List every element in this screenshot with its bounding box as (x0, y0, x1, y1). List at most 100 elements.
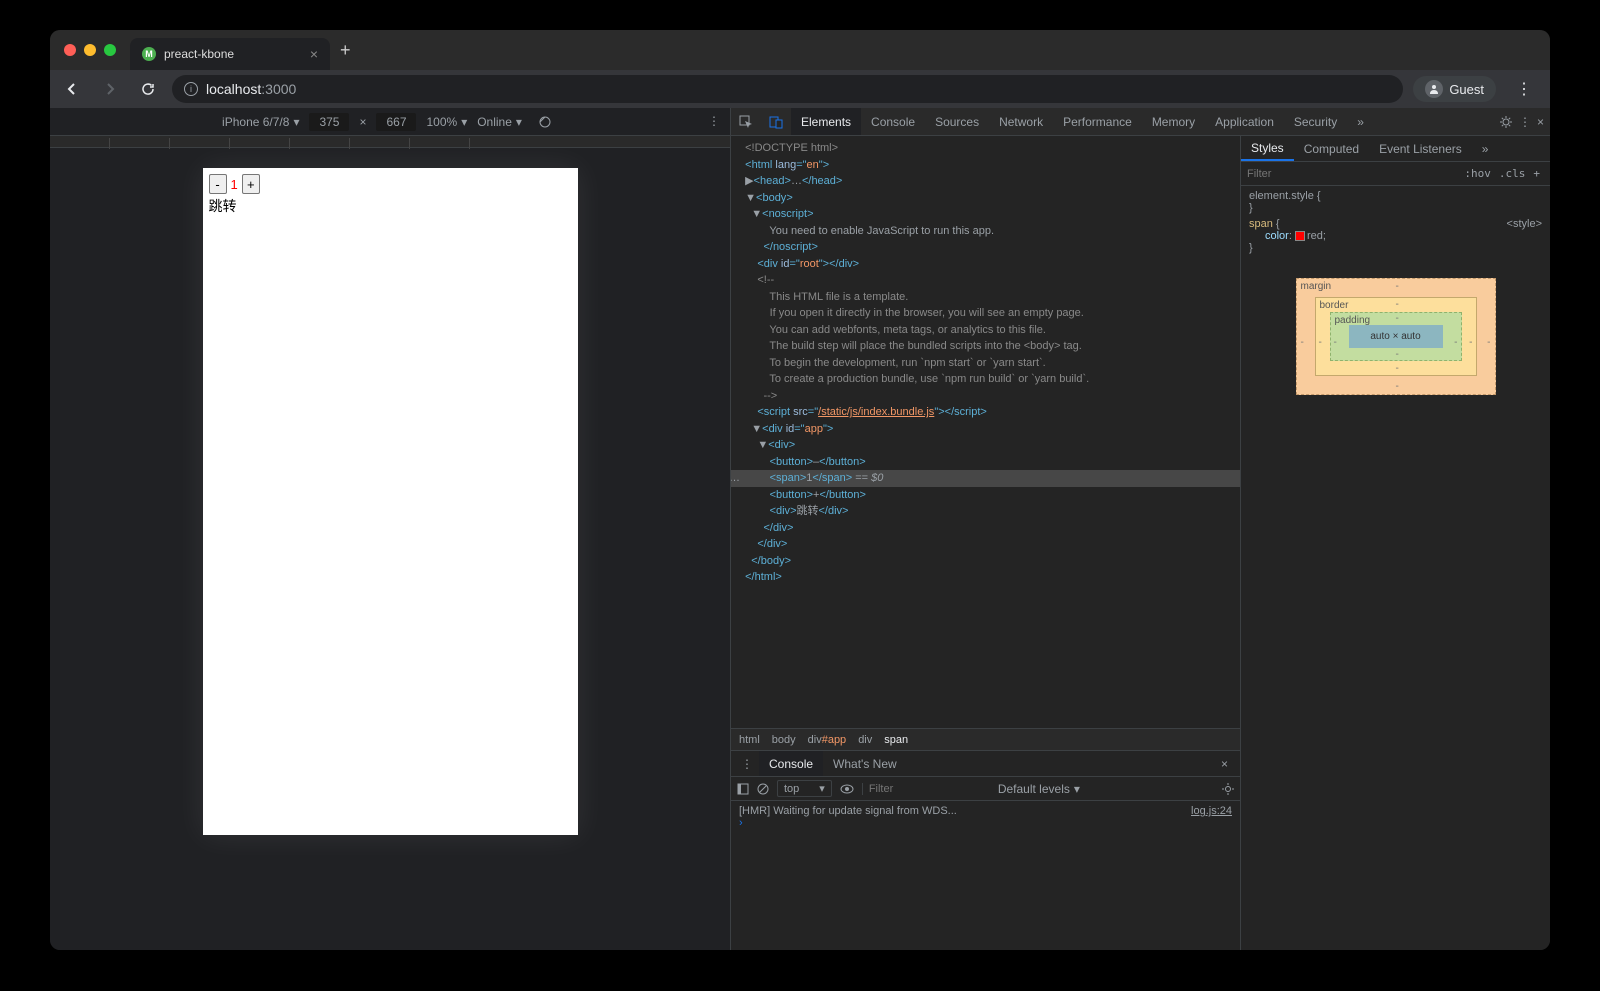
close-drawer-button[interactable]: × (1213, 757, 1236, 771)
url-host: localhost (206, 81, 261, 97)
drawer-tab-whatsnew[interactable]: What's New (823, 751, 907, 776)
page-content: - 1 + 跳转 (203, 168, 578, 222)
reload-button[interactable] (134, 75, 162, 103)
window-controls (50, 44, 130, 56)
drawer-tab-console[interactable]: Console (759, 751, 823, 776)
profile-label: Guest (1449, 82, 1484, 97)
console-message: [HMR] Waiting for update signal from WDS… (739, 805, 957, 817)
box-content: auto × auto (1349, 325, 1443, 348)
rotate-button[interactable] (532, 109, 558, 135)
styles-rules[interactable]: element.style { } span {<style> color: r… (1241, 186, 1550, 258)
device-frame: - 1 + 跳转 (203, 168, 578, 835)
site-info-icon[interactable]: i (184, 82, 198, 96)
console-filter-input[interactable] (862, 783, 982, 795)
log-levels-select[interactable]: Default levels ▾ (998, 782, 1080, 796)
decrement-button[interactable]: - (209, 174, 227, 194)
devtools: Elements Console Sources Network Perform… (730, 108, 1550, 950)
dom-tree[interactable]: <!DOCTYPE html> <html lang="en"> ▶<head>… (731, 136, 1240, 728)
breadcrumb-item[interactable]: div#app (808, 734, 847, 746)
tab-elements[interactable]: Elements (791, 108, 861, 135)
titlebar: M preact-kbone × + (50, 30, 1550, 70)
breadcrumb-item[interactable]: div (858, 734, 872, 746)
device-height-input[interactable]: 667 (376, 113, 416, 131)
throttle-select[interactable]: Online ▾ (477, 115, 522, 129)
address-bar[interactable]: i localhost:3000 (172, 75, 1403, 103)
console-output[interactable]: [HMR] Waiting for update signal from WDS… (731, 801, 1240, 950)
live-expression-button[interactable] (840, 784, 854, 794)
favicon-icon: M (142, 47, 156, 61)
minimize-window-button[interactable] (84, 44, 96, 56)
context-select[interactable]: top▾ (777, 780, 832, 797)
hov-button[interactable]: :hov (1460, 167, 1495, 180)
styles-tabs: Styles Computed Event Listeners » (1241, 136, 1550, 162)
cls-button[interactable]: .cls (1495, 167, 1530, 180)
dimension-x: × (359, 115, 366, 129)
color-swatch[interactable] (1295, 231, 1305, 241)
forward-button[interactable] (96, 75, 124, 103)
tabs-overflow-button[interactable]: » (1347, 108, 1374, 135)
breadcrumb-item[interactable]: span (884, 734, 908, 746)
tab-network[interactable]: Network (989, 108, 1053, 135)
styles-filter-row: :hov .cls + (1241, 162, 1550, 186)
profile-button[interactable]: Guest (1413, 76, 1496, 102)
devtools-menu-button[interactable]: ⋮ (1519, 115, 1531, 129)
url-port: :3000 (261, 81, 296, 97)
settings-button[interactable] (1499, 115, 1513, 129)
device-rulers (50, 136, 730, 148)
device-toolbar: iPhone 6/7/8 ▾ 375 × 667 100% ▾ Online ▾… (50, 108, 730, 136)
toggle-device-button[interactable] (761, 115, 791, 129)
close-window-button[interactable] (64, 44, 76, 56)
styles-filter-input[interactable] (1247, 168, 1460, 180)
console-sidebar-toggle[interactable] (737, 783, 749, 795)
browser-window: M preact-kbone × + i localhost:3000 Gues… (50, 30, 1550, 950)
console-prompt[interactable]: › (739, 817, 743, 829)
content: iPhone 6/7/8 ▾ 375 × 667 100% ▾ Online ▾… (50, 108, 1550, 950)
tab-sources[interactable]: Sources (925, 108, 989, 135)
counter-value: 1 (229, 177, 240, 192)
back-button[interactable] (58, 75, 86, 103)
tab-styles[interactable]: Styles (1241, 136, 1294, 161)
drawer-tabs: ⋮ Console What's New × (731, 751, 1240, 777)
tab-console[interactable]: Console (861, 108, 925, 135)
selected-dom-node[interactable]: <span>1</span> == $0 (731, 470, 1240, 487)
dom-breadcrumbs: html body div#app div span (731, 728, 1240, 750)
styles-tabs-overflow[interactable]: » (1472, 136, 1499, 161)
device-preview-pane: iPhone 6/7/8 ▾ 375 × 667 100% ▾ Online ▾… (50, 108, 730, 950)
device-menu-button[interactable]: ⋮ (708, 114, 720, 128)
tab-event-listeners[interactable]: Event Listeners (1369, 136, 1472, 161)
elements-panel: <!DOCTYPE html> <html lang="en"> ▶<head>… (731, 136, 1240, 950)
increment-button[interactable]: + (242, 174, 260, 194)
breadcrumb-item[interactable]: body (772, 734, 796, 746)
drawer-menu-button[interactable]: ⋮ (735, 757, 759, 771)
tab-computed[interactable]: Computed (1294, 136, 1369, 161)
device-select[interactable]: iPhone 6/7/8 ▾ (222, 115, 299, 129)
avatar-icon (1425, 80, 1443, 98)
tab-title: preact-kbone (164, 47, 234, 61)
device-width-input[interactable]: 375 (309, 113, 349, 131)
new-tab-button[interactable]: + (340, 40, 351, 61)
inspect-element-button[interactable] (731, 115, 761, 129)
box-model[interactable]: margin - - - - border - - - - (1296, 278, 1496, 395)
console-drawer: ⋮ Console What's New × t (731, 750, 1240, 950)
tab-security[interactable]: Security (1284, 108, 1347, 135)
console-settings-button[interactable] (1222, 783, 1234, 795)
maximize-window-button[interactable] (104, 44, 116, 56)
devtools-body: <!DOCTYPE html> <html lang="en"> ▶<head>… (731, 136, 1550, 950)
close-devtools-button[interactable]: × (1537, 115, 1544, 129)
devtools-tabs: Elements Console Sources Network Perform… (731, 108, 1550, 136)
navigate-link[interactable]: 跳转 (209, 196, 572, 216)
zoom-select[interactable]: 100% ▾ (426, 115, 467, 129)
breadcrumb-item[interactable]: html (739, 734, 760, 746)
tab-application[interactable]: Application (1205, 108, 1284, 135)
new-rule-button[interactable]: + (1529, 167, 1544, 180)
toolbar: i localhost:3000 Guest ⋮ (50, 70, 1550, 108)
console-toolbar: top▾ Default levels ▾ (731, 777, 1240, 801)
tab-performance[interactable]: Performance (1053, 108, 1142, 135)
browser-menu-button[interactable]: ⋮ (1506, 79, 1542, 99)
browser-tab[interactable]: M preact-kbone × (130, 38, 330, 70)
styles-sidebar: Styles Computed Event Listeners » :hov .… (1240, 136, 1550, 950)
close-tab-button[interactable]: × (310, 46, 318, 62)
tab-memory[interactable]: Memory (1142, 108, 1205, 135)
console-source-link[interactable]: log.js:24 (1191, 805, 1232, 817)
clear-console-button[interactable] (757, 783, 769, 795)
